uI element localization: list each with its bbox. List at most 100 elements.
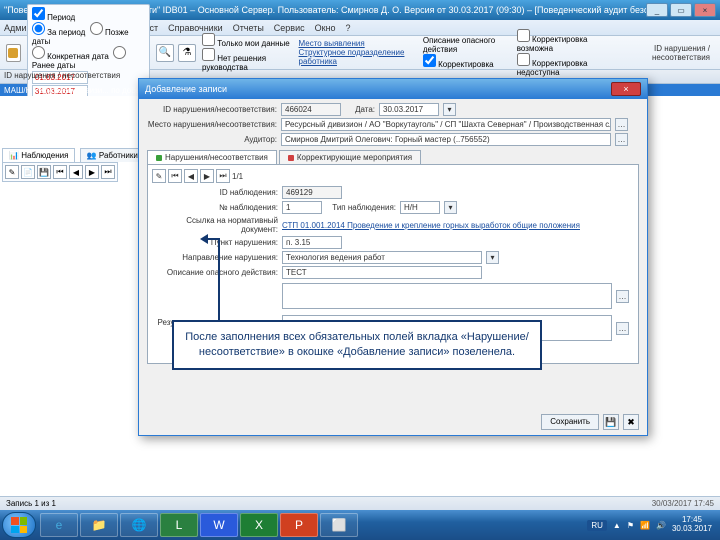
lang-indicator[interactable]: RU: [587, 520, 607, 531]
binoculars-icon[interactable]: 🔍: [156, 44, 174, 62]
date-picker-icon[interactable]: ▾: [443, 103, 456, 116]
tab-violations[interactable]: Нарушения/несоответствия: [147, 150, 277, 164]
panel-last[interactable]: ⏭: [216, 169, 230, 183]
result-expand-icon[interactable]: …: [616, 322, 629, 335]
tab-workers[interactable]: 👥 Работники: [80, 148, 145, 162]
auditor-field[interactable]: Смирнов Дмитрий Олегович: Горный мастер …: [281, 133, 611, 146]
panel-count: 1/1: [232, 172, 243, 181]
concrete-radio[interactable]: [32, 46, 45, 59]
desc-textarea[interactable]: [282, 283, 612, 309]
nav-prev[interactable]: ◀: [69, 165, 83, 179]
inner-tabs: Нарушения/несоответствия Корректирующие …: [147, 150, 639, 164]
status-record: Запись 1 из 1: [6, 499, 56, 508]
no-decision-checkbox[interactable]: [202, 48, 215, 61]
obs-num-field[interactable]: 1: [282, 201, 322, 214]
task-app2-icon[interactable]: ⬜: [320, 513, 358, 537]
dir-field[interactable]: Технология ведения работ: [282, 251, 482, 264]
desc-expand-icon[interactable]: …: [616, 290, 629, 303]
dir-dropdown-icon[interactable]: ▾: [486, 251, 499, 264]
save-button[interactable]: Сохранить: [541, 414, 599, 430]
panel-first[interactable]: ⏮: [168, 169, 182, 183]
place-link[interactable]: Место выявления: [299, 39, 417, 48]
tray-sound-icon[interactable]: 🔊: [656, 521, 666, 530]
korr-checkbox[interactable]: [423, 54, 436, 67]
mine-block: Только мои данные Нет решения руководств…: [202, 33, 292, 72]
dialog-title: Добавление записи: [145, 84, 611, 94]
panel-prev[interactable]: ◀: [184, 169, 198, 183]
korr-unavail-checkbox[interactable]: [517, 53, 530, 66]
obs-num-label: № наблюдения:: [152, 203, 278, 212]
start-button[interactable]: [2, 512, 36, 538]
menu-reports[interactable]: Отчеты: [233, 23, 264, 33]
date-field[interactable]: 30.03.2017: [379, 103, 439, 116]
auditor-browse-icon[interactable]: …: [615, 133, 628, 146]
date-label: Дата:: [345, 105, 375, 114]
task-ie-icon[interactable]: e: [40, 513, 78, 537]
close-button[interactable]: ×: [694, 3, 716, 17]
dir-label: Направление нарушения:: [152, 253, 278, 262]
task-word-icon[interactable]: W: [200, 513, 238, 537]
add-record-dialog: Добавление записи × ID нарушения/несоотв…: [138, 78, 648, 436]
only-mine-checkbox[interactable]: [202, 33, 215, 46]
col-id: ID нарушения / несоответствия: [4, 71, 120, 82]
tray-clock[interactable]: 17:45 30.03.2017: [672, 516, 712, 534]
desc-label: Описание опасного действия:: [152, 268, 278, 277]
footer-close-icon[interactable]: ✖: [623, 414, 639, 430]
dialog-close-button[interactable]: ×: [611, 82, 641, 96]
menu-window[interactable]: Окно: [315, 23, 336, 33]
tray-flag-icon[interactable]: ⚑: [627, 521, 634, 530]
menu-help[interactable]: ?: [346, 23, 351, 33]
desc-block: Описание опасного действия Корректировка: [423, 36, 511, 69]
later-radio[interactable]: [90, 22, 103, 35]
dialog-titlebar: Добавление записи ×: [139, 79, 647, 99]
nav-doc-icon[interactable]: 📄: [21, 165, 35, 179]
maximize-button[interactable]: ▭: [670, 3, 692, 17]
place-field[interactable]: Ресурсный дивизион / АО "Воркутауголь" /…: [281, 118, 611, 131]
panel-next[interactable]: ▶: [200, 169, 214, 183]
obs-type-dropdown-icon[interactable]: ▾: [444, 201, 457, 214]
menu-service[interactable]: Сервис: [274, 23, 305, 33]
statusbar: Запись 1 из 1 30/03/2017 17:45: [0, 496, 720, 510]
korr-possible-checkbox[interactable]: [517, 29, 530, 42]
task-excel-icon[interactable]: X: [240, 513, 278, 537]
period-checkbox[interactable]: [32, 7, 45, 20]
tab-corrective[interactable]: Корректирующие мероприятия: [279, 150, 421, 164]
norm-doc-label: Ссылка на нормативный документ:: [152, 216, 278, 234]
tab-observations[interactable]: 📊 Наблюдения: [2, 148, 75, 162]
point-field[interactable]: п. 3.15: [282, 236, 342, 249]
task-chrome-icon[interactable]: 🌐: [120, 513, 158, 537]
task-ppt-icon[interactable]: P: [280, 513, 318, 537]
tray-up-icon[interactable]: ▲: [613, 521, 621, 530]
filter-icon[interactable]: ⚗: [178, 44, 196, 62]
norm-doc-link[interactable]: СТП 01.001.2014 Проведение и крепление г…: [282, 221, 612, 230]
system-tray: RU ▲ ⚑ 📶 🔊 17:45 30.03.2017: [587, 516, 718, 534]
id-field: 466024: [281, 103, 341, 116]
nav-next[interactable]: ▶: [85, 165, 99, 179]
obs-type-label: Тип наблюдения:: [326, 203, 396, 212]
annotation-callout: После заполнения всех обязательных полей…: [172, 320, 542, 370]
nav-edit-icon[interactable]: ✎: [5, 165, 19, 179]
footer-save-icon[interactable]: 💾: [603, 414, 619, 430]
desc-field[interactable]: ТЕСТ: [282, 266, 482, 279]
minimize-button[interactable]: _: [646, 3, 668, 17]
toolbar-icons: 🔍 ⚗: [156, 44, 196, 62]
nav-last[interactable]: ⏭: [101, 165, 115, 179]
red-dot-icon: [288, 155, 294, 161]
earlier-radio[interactable]: [113, 46, 126, 59]
tray-network-icon[interactable]: 📶: [640, 521, 650, 530]
stop-icon[interactable]: [6, 44, 21, 62]
korr-block: Корректировка возможна Корректировка нед…: [517, 29, 610, 77]
za-period-radio[interactable]: [32, 22, 45, 35]
menu-refs[interactable]: Справочники: [168, 23, 223, 33]
nav-save-icon[interactable]: 💾: [37, 165, 51, 179]
task-explorer-icon[interactable]: 📁: [80, 513, 118, 537]
obs-type-field[interactable]: Н/Н: [400, 201, 440, 214]
status-datetime: 30/03/2017 17:45: [652, 499, 714, 508]
panel-edit-icon[interactable]: ✎: [152, 169, 166, 183]
place-browse-icon[interactable]: …: [615, 118, 628, 131]
struct-link[interactable]: Структурное подразделение работника: [299, 48, 417, 66]
task-app1-icon[interactable]: L: [160, 513, 198, 537]
nav-first[interactable]: ⏮: [53, 165, 67, 179]
left-tabs: 📊 Наблюдения 👥 Работники: [2, 148, 147, 162]
period-label: Период: [47, 13, 75, 22]
